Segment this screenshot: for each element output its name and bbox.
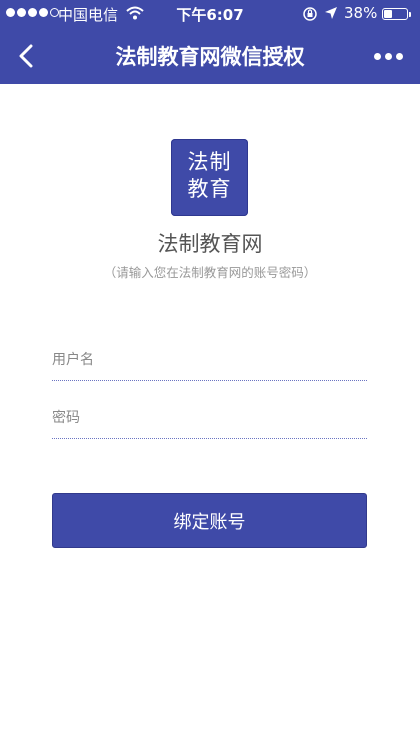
battery-percentage: 38% <box>344 4 378 22</box>
more-options-button[interactable] <box>364 42 412 70</box>
battery-level <box>384 10 392 18</box>
location-arrow-icon <box>324 6 338 24</box>
chevron-left-icon <box>19 44 33 68</box>
more-dots-icon <box>373 52 381 60</box>
rotation-lock-icon <box>302 6 318 26</box>
back-button[interactable] <box>8 38 44 74</box>
logo-line-2: 教育 <box>187 177 232 201</box>
site-logo: 法制 教育 <box>171 139 248 216</box>
battery-icon <box>382 8 408 20</box>
login-hint: （请输入您在法制教育网的账号密码） <box>103 265 317 280</box>
username-field <box>52 340 367 381</box>
logo-line-1: 法制 <box>187 150 232 174</box>
site-name: 法制教育网 <box>157 232 263 256</box>
password-input[interactable] <box>52 398 367 438</box>
username-input[interactable] <box>52 340 367 380</box>
navigation-bar: 法制教育网微信授权 <box>0 28 420 84</box>
battery-cap <box>409 12 411 17</box>
bind-account-button[interactable]: 绑定账号 <box>52 493 367 548</box>
status-bar: 中国电信 下午6:07 38% <box>0 0 420 28</box>
page-title: 法制教育网微信授权 <box>115 45 305 69</box>
password-field <box>52 398 367 439</box>
